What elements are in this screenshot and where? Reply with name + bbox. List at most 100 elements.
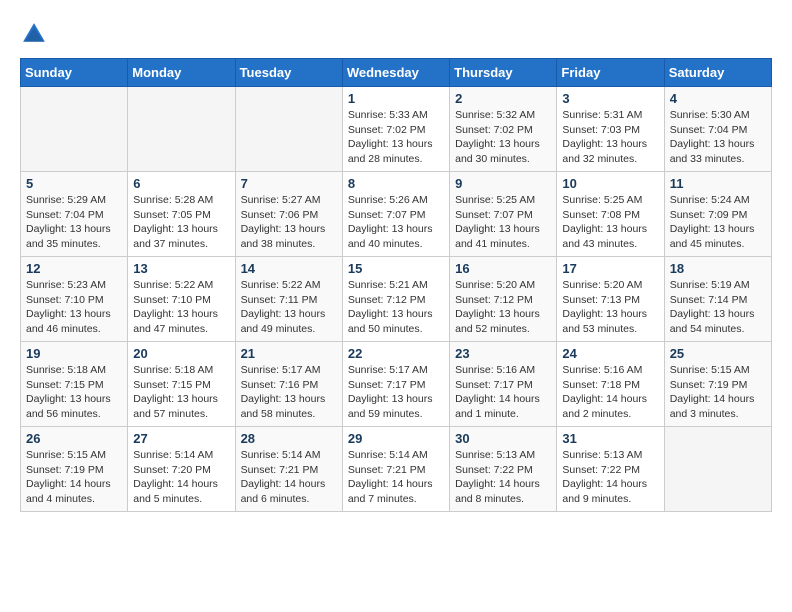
calendar-cell [21,87,128,172]
calendar-cell: 25 Sunrise: 5:15 AM Sunset: 7:19 PM Dayli… [664,342,771,427]
day-number: 27 [133,431,229,446]
day-number: 25 [670,346,766,361]
calendar-cell: 13Sunrise: 5:22 AM Sunset: 7:10 PM Dayli… [128,257,235,342]
calendar-cell [128,87,235,172]
calendar-cell: 3 Sunrise: 5:31 AM Sunset: 7:03 PM Daylig… [557,87,664,172]
day-info: Sunrise: 5:20 AM Sunset: 7:12 PM Dayligh… [455,278,551,337]
day-number: 8 [348,176,444,191]
day-number: 14 [241,261,337,276]
calendar-cell: 12Sunrise: 5:23 AM Sunset: 7:10 PM Dayli… [21,257,128,342]
day-info: Sunrise: 5:33 AM Sunset: 7:02 PM Dayligh… [348,108,444,167]
column-header-wednesday: Wednesday [342,59,449,87]
day-number: 26 [26,431,122,446]
day-number: 10 [562,176,658,191]
calendar-cell: 29Sunrise: 5:14 AM Sunset: 7:21 PM Dayli… [342,427,449,512]
day-number: 21 [241,346,337,361]
day-number: 15 [348,261,444,276]
calendar-table: SundayMondayTuesdayWednesdayThursdayFrid… [20,58,772,512]
day-number: 18 [670,261,766,276]
day-number: 2 [455,91,551,106]
calendar-cell: 14 Sunrise: 5:22 AM Sunset: 7:11 PM Dayli… [235,257,342,342]
day-info: Sunrise: 5:20 AM Sunset: 7:13 PM Dayligh… [562,278,658,337]
logo [20,20,52,48]
calendar-cell: 1 Sunrise: 5:33 AM Sunset: 7:02 PM Daylig… [342,87,449,172]
calendar-cell: 31 Sunrise: 5:13 AM Sunset: 7:22 PM Dayli… [557,427,664,512]
day-info: Sunrise: 5:19 AM Sunset: 7:14 PM Dayligh… [670,278,766,337]
calendar-cell: 7 Sunrise: 5:27 AM Sunset: 7:06 PM Daylig… [235,172,342,257]
calendar-cell: 30 Sunrise: 5:13 AM Sunset: 7:22 PM Dayli… [450,427,557,512]
calendar-week-row: 12Sunrise: 5:23 AM Sunset: 7:10 PM Dayli… [21,257,772,342]
day-info: Sunrise: 5:17 AM Sunset: 7:17 PM Dayligh… [348,363,444,422]
day-info: Sunrise: 5:27 AM Sunset: 7:06 PM Dayligh… [241,193,337,252]
calendar-week-row: 19 Sunrise: 5:18 AM Sunset: 7:15 PM Dayli… [21,342,772,427]
day-info: Sunrise: 5:15 AM Sunset: 7:19 PM Dayligh… [670,363,766,422]
calendar-cell: 26 Sunrise: 5:15 AM Sunset: 7:19 PM Dayli… [21,427,128,512]
day-number: 11 [670,176,766,191]
calendar-cell: 10Sunrise: 5:25 AM Sunset: 7:08 PM Dayli… [557,172,664,257]
calendar-cell: 27 Sunrise: 5:14 AM Sunset: 7:20 PM Dayli… [128,427,235,512]
day-number: 4 [670,91,766,106]
column-header-monday: Monday [128,59,235,87]
calendar-cell: 2 Sunrise: 5:32 AM Sunset: 7:02 PM Daylig… [450,87,557,172]
day-info: Sunrise: 5:31 AM Sunset: 7:03 PM Dayligh… [562,108,658,167]
day-number: 7 [241,176,337,191]
day-number: 13 [133,261,229,276]
day-info: Sunrise: 5:18 AM Sunset: 7:15 PM Dayligh… [26,363,122,422]
page-header [20,20,772,48]
calendar-cell: 21Sunrise: 5:17 AM Sunset: 7:16 PM Dayli… [235,342,342,427]
calendar-cell: 18 Sunrise: 5:19 AM Sunset: 7:14 PM Dayli… [664,257,771,342]
day-number: 20 [133,346,229,361]
calendar-cell: 22 Sunrise: 5:17 AM Sunset: 7:17 PM Dayli… [342,342,449,427]
calendar-cell: 5 Sunrise: 5:29 AM Sunset: 7:04 PM Daylig… [21,172,128,257]
day-number: 30 [455,431,551,446]
day-info: Sunrise: 5:16 AM Sunset: 7:18 PM Dayligh… [562,363,658,422]
day-number: 31 [562,431,658,446]
calendar-cell: 15Sunrise: 5:21 AM Sunset: 7:12 PM Dayli… [342,257,449,342]
column-header-thursday: Thursday [450,59,557,87]
calendar-cell: 4 Sunrise: 5:30 AM Sunset: 7:04 PM Daylig… [664,87,771,172]
day-info: Sunrise: 5:28 AM Sunset: 7:05 PM Dayligh… [133,193,229,252]
calendar-week-row: 1 Sunrise: 5:33 AM Sunset: 7:02 PM Daylig… [21,87,772,172]
day-info: Sunrise: 5:32 AM Sunset: 7:02 PM Dayligh… [455,108,551,167]
calendar-cell [235,87,342,172]
day-number: 5 [26,176,122,191]
day-number: 1 [348,91,444,106]
day-info: Sunrise: 5:14 AM Sunset: 7:20 PM Dayligh… [133,448,229,507]
day-info: Sunrise: 5:24 AM Sunset: 7:09 PM Dayligh… [670,193,766,252]
logo-icon [20,20,48,48]
day-number: 6 [133,176,229,191]
day-number: 17 [562,261,658,276]
day-number: 9 [455,176,551,191]
column-header-sunday: Sunday [21,59,128,87]
calendar-cell: 17 Sunrise: 5:20 AM Sunset: 7:13 PM Dayli… [557,257,664,342]
day-info: Sunrise: 5:15 AM Sunset: 7:19 PM Dayligh… [26,448,122,507]
day-number: 16 [455,261,551,276]
day-info: Sunrise: 5:29 AM Sunset: 7:04 PM Dayligh… [26,193,122,252]
day-number: 24 [562,346,658,361]
calendar-cell: 23Sunrise: 5:16 AM Sunset: 7:17 PM Dayli… [450,342,557,427]
day-number: 22 [348,346,444,361]
calendar-cell: 28Sunrise: 5:14 AM Sunset: 7:21 PM Dayli… [235,427,342,512]
calendar-header-row: SundayMondayTuesdayWednesdayThursdayFrid… [21,59,772,87]
column-header-saturday: Saturday [664,59,771,87]
calendar-cell: 11 Sunrise: 5:24 AM Sunset: 7:09 PM Dayli… [664,172,771,257]
calendar-cell: 16 Sunrise: 5:20 AM Sunset: 7:12 PM Dayli… [450,257,557,342]
day-info: Sunrise: 5:14 AM Sunset: 7:21 PM Dayligh… [241,448,337,507]
day-info: Sunrise: 5:30 AM Sunset: 7:04 PM Dayligh… [670,108,766,167]
calendar-week-row: 26 Sunrise: 5:15 AM Sunset: 7:19 PM Dayli… [21,427,772,512]
calendar-cell: 20Sunrise: 5:18 AM Sunset: 7:15 PM Dayli… [128,342,235,427]
day-info: Sunrise: 5:22 AM Sunset: 7:11 PM Dayligh… [241,278,337,337]
day-info: Sunrise: 5:13 AM Sunset: 7:22 PM Dayligh… [455,448,551,507]
calendar-cell: 19 Sunrise: 5:18 AM Sunset: 7:15 PM Dayli… [21,342,128,427]
day-number: 29 [348,431,444,446]
day-number: 23 [455,346,551,361]
day-number: 19 [26,346,122,361]
day-info: Sunrise: 5:23 AM Sunset: 7:10 PM Dayligh… [26,278,122,337]
column-header-friday: Friday [557,59,664,87]
calendar-cell: 8Sunrise: 5:26 AM Sunset: 7:07 PM Daylig… [342,172,449,257]
calendar-cell: 24 Sunrise: 5:16 AM Sunset: 7:18 PM Dayli… [557,342,664,427]
day-info: Sunrise: 5:13 AM Sunset: 7:22 PM Dayligh… [562,448,658,507]
day-info: Sunrise: 5:25 AM Sunset: 7:07 PM Dayligh… [455,193,551,252]
calendar-week-row: 5 Sunrise: 5:29 AM Sunset: 7:04 PM Daylig… [21,172,772,257]
day-number: 3 [562,91,658,106]
